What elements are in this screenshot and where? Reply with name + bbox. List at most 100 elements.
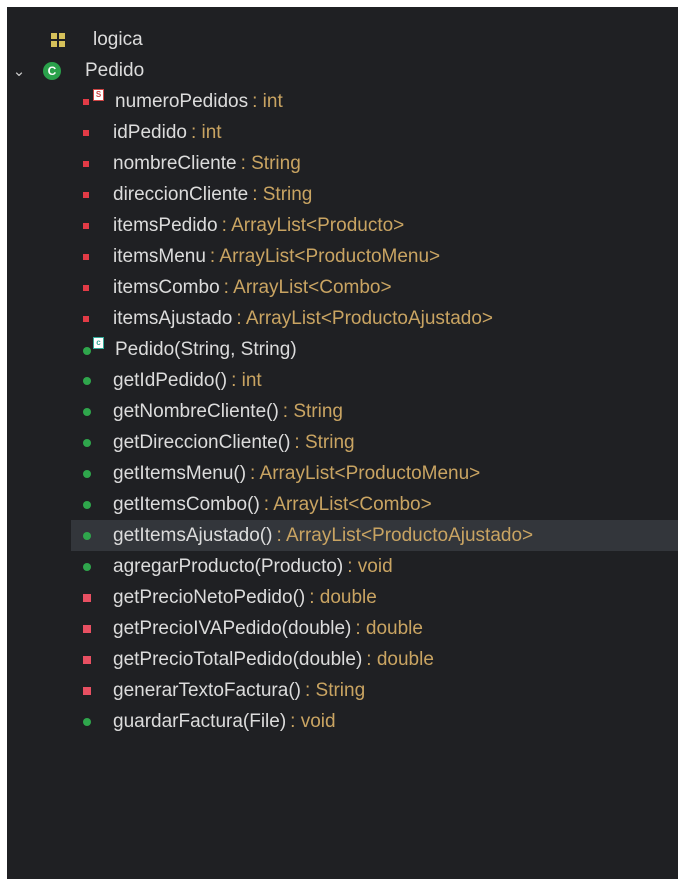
tree-item[interactable]: getItemsAjustado(): ArrayList<ProductoAj… [71,520,678,551]
chevron-down-icon[interactable]: ⌄ [7,62,31,80]
tree-item[interactable]: guardarFactura(File): void [83,706,678,737]
static-field-icon: S [83,88,115,111]
tree-item-name: nombreCliente [113,152,237,174]
public-method-icon [83,500,91,509]
tree-item-name: numeroPedidos [115,90,249,112]
package-label: logica [93,28,143,50]
tree-item-content: getDireccionCliente(): String [83,432,355,454]
public-method-icon [83,438,91,447]
tree-item-name: getIdPedido() [113,369,228,391]
tree-item[interactable]: generarTextoFactura(): String [83,675,678,706]
tree-item-content: idPedido: int [83,122,222,144]
private-method-icon [83,655,91,664]
tree-item-content: getPrecioTotalPedido(double): double [83,649,434,671]
class-icon: C [43,61,61,80]
tree-item-type: : double [366,648,434,670]
tree-item[interactable]: direccionCliente: String [83,179,678,210]
public-method-icon [83,376,91,385]
tree-item-type: : ArrayList<ProductoAjustado> [236,307,493,329]
field-icon [83,284,89,291]
tree-item-name: getPrecioNetoPedido() [113,586,306,608]
tree-item-name: getNombreCliente() [113,400,279,422]
tree-item-name: itemsAjustado [113,307,233,329]
tree-item[interactable]: getItemsCombo(): ArrayList<Combo> [83,489,678,520]
field-icon [83,191,89,198]
public-method-icon [83,469,91,478]
tree-item-content: getPrecioIVAPedido(double): double [83,618,423,640]
class-row[interactable]: ⌄ C Pedido [7,55,678,86]
tree-item-type: : ArrayList<Producto> [221,214,405,236]
tree-item-name: getItemsMenu() [113,462,247,484]
tree-item[interactable]: itemsCombo: ArrayList<Combo> [83,272,678,303]
tree-item-name: itemsPedido [113,214,218,236]
tree-item[interactable]: itemsMenu: ArrayList<ProductoMenu> [83,241,678,272]
tree-item-content: c Pedido(String, String) [83,336,301,361]
tree-item[interactable]: getIdPedido(): int [83,365,678,396]
tree-item-type: : int [252,90,283,112]
tree-item-name: getDireccionCliente() [113,431,291,453]
tree-item-type: : double [355,617,423,639]
field-icon [83,129,89,136]
tree-item-type: : ArrayList<Combo> [223,276,392,298]
tree-item-type: : void [347,555,393,577]
tree-item[interactable]: getPrecioTotalPedido(double): double [83,644,678,675]
tree-item-content: guardarFactura(File): void [83,711,336,733]
package-row[interactable]: logica [51,24,678,55]
tree-item[interactable]: idPedido: int [83,117,678,148]
tree-item-content: getIdPedido(): int [83,370,262,392]
constructor-icon: c [83,336,115,359]
tree-item-content: nombreCliente: String [83,153,301,175]
tree-item-name: agregarProducto(Producto) [113,555,344,577]
tree-item[interactable]: SnumeroPedidos: int [83,86,678,117]
tree-item-content: getPrecioNetoPedido(): double [83,587,377,609]
tree-item-name: itemsCombo [113,276,220,298]
tree-item[interactable]: itemsAjustado: ArrayList<ProductoAjustad… [83,303,678,334]
tree-item-content: getItemsMenu(): ArrayList<ProductoMenu> [83,463,480,485]
outline-panel: logica ⌄ C Pedido SnumeroPedidos: int idP… [7,7,678,879]
tree-item[interactable]: agregarProducto(Producto): void [83,551,678,582]
tree-item-content: itemsCombo: ArrayList<Combo> [83,277,392,299]
tree-item[interactable]: getItemsMenu(): ArrayList<ProductoMenu> [83,458,678,489]
tree-item-type: : String [304,679,366,701]
tree-item[interactable]: c Pedido(String, String) [83,334,678,365]
tree-item-name: getItemsCombo() [113,493,260,515]
tree-item-type: : String [240,152,301,174]
tree-item-type: : ArrayList<ProductoAjustado> [276,524,534,546]
tree-item-type: : String [294,431,355,453]
tree-item-name: Pedido(String, String) [115,338,297,360]
tree-item-name: getPrecioTotalPedido(double) [113,648,363,670]
tree-item[interactable]: getNombreCliente(): String [83,396,678,427]
tree-item[interactable]: getDireccionCliente(): String [83,427,678,458]
tree-item-content: getItemsCombo(): ArrayList<Combo> [83,494,432,516]
tree-item-type: : ArrayList<Combo> [263,493,432,515]
tree-item-name: getItemsAjustado() [113,524,273,546]
tree-item-type: : int [190,121,222,143]
tree-item-name: guardarFactura(File) [113,710,287,732]
public-method-icon [83,562,91,571]
field-icon [83,253,89,260]
tree-item-name: direccionCliente [113,183,249,205]
tree-item[interactable]: nombreCliente: String [83,148,678,179]
tree-item-content: getItemsAjustado(): ArrayList<ProductoAj… [83,525,533,547]
tree-item[interactable]: itemsPedido: ArrayList<Producto> [83,210,678,241]
tree-item-content: generarTextoFactura(): String [83,680,365,702]
tree-item-type: : double [309,586,377,608]
tree-item[interactable]: getPrecioIVAPedido(double): double [83,613,678,644]
tree-item-type: : void [290,710,336,732]
tree-item-name: getPrecioIVAPedido(double) [113,617,352,639]
tree-item[interactable]: getPrecioNetoPedido(): double [83,582,678,613]
tree-item-name: idPedido [113,121,187,143]
field-icon [83,160,89,167]
tree-item-content: SnumeroPedidos: int [83,88,283,113]
tree-item-type: : String [252,183,313,205]
public-method-icon [83,717,91,726]
tree-item-content: agregarProducto(Producto): void [83,556,393,578]
tree-item-type: : ArrayList<ProductoMenu> [209,245,441,267]
tree-item-type: : ArrayList<ProductoMenu> [250,462,481,484]
private-method-icon [83,593,91,602]
private-method-icon [83,624,91,633]
tree-item-content: itemsAjustado: ArrayList<ProductoAjustad… [83,308,493,330]
tree-item-type: : String [282,400,343,422]
tree-item-content: itemsPedido: ArrayList<Producto> [83,215,404,237]
tree-item-content: getNombreCliente(): String [83,401,343,423]
